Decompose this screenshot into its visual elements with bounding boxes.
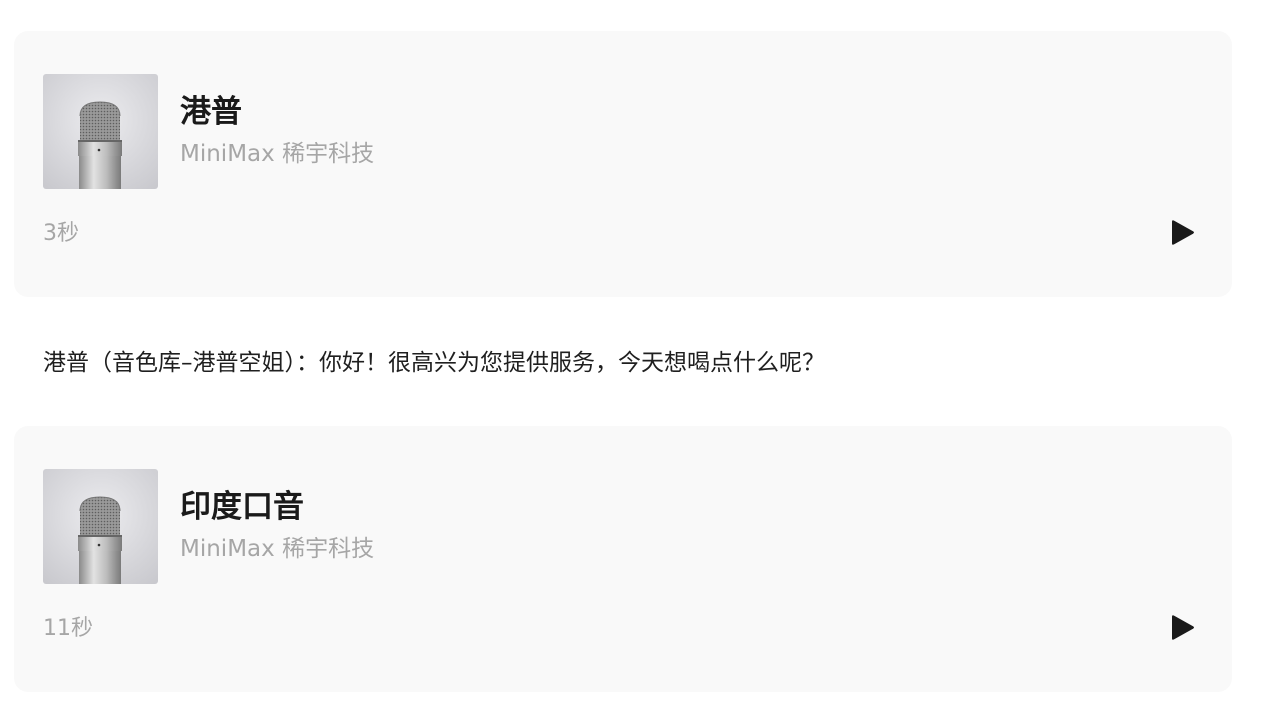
voice-provider: MiniMax 稀宇科技 (180, 536, 375, 562)
play-icon (1172, 220, 1194, 245)
voice-duration: 11秒 (43, 616, 93, 641)
voice-duration: 3秒 (43, 221, 79, 246)
microphone-icon (43, 469, 158, 584)
voice-title: 印度口音 (180, 489, 304, 525)
play-icon (1172, 615, 1194, 640)
microphone-icon (43, 74, 158, 189)
voice-card[interactable]: 港普 MiniMax 稀宇科技 3秒 (14, 31, 1232, 297)
voice-title: 港普 (180, 94, 242, 130)
voice-sample-list: 港普 MiniMax 稀宇科技 3秒 港普（音色库–港普空姐）：你好！很高兴为您… (0, 0, 1266, 714)
voice-provider: MiniMax 稀宇科技 (180, 141, 375, 167)
voice-card[interactable]: 印度口音 MiniMax 稀宇科技 11秒 (14, 426, 1232, 692)
voice-sample-text: 港普（音色库–港普空姐）：你好！很高兴为您提供服务，今天想喝点什么呢？ (43, 350, 825, 376)
play-button[interactable] (1162, 612, 1198, 644)
play-button[interactable] (1162, 217, 1198, 249)
